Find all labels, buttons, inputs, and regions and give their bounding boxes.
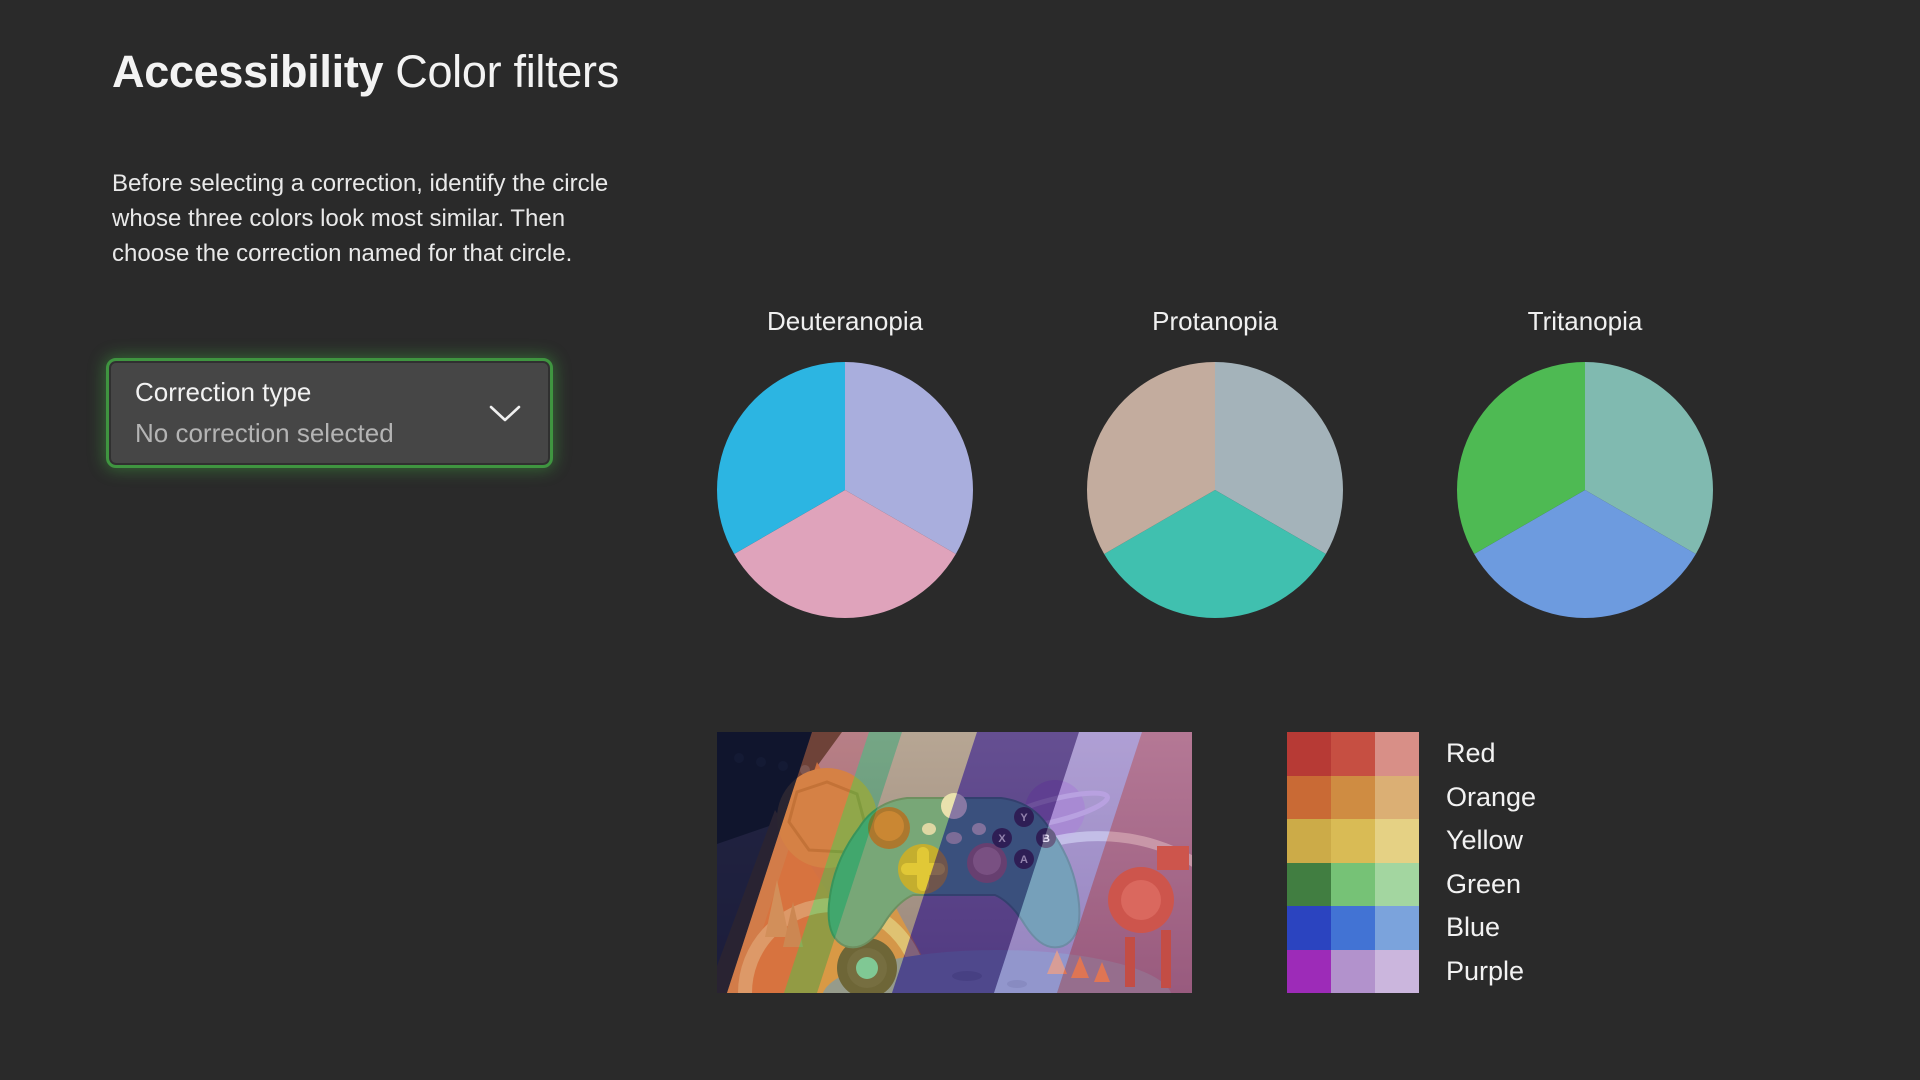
circle-label-tritanopia: Tritanopia [1435,306,1735,337]
palette-swatch [1375,863,1419,907]
palette-row-red: Red [1287,732,1536,776]
palette-swatch [1287,819,1331,863]
palette-swatch [1287,732,1331,776]
palette-swatch [1287,863,1331,907]
palette-label: Purple [1446,958,1524,985]
page-title: AccessibilityColor filters [112,44,619,100]
palette-swatch [1331,906,1375,950]
page-title-section: Accessibility [112,46,383,97]
palette-swatch [1375,776,1419,820]
palette-swatch [1331,819,1375,863]
palette-label: Yellow [1446,827,1523,854]
color-filter-bands [717,732,1192,993]
palette-swatch [1287,776,1331,820]
correction-type-dropdown[interactable]: Correction type No correction selected [106,358,553,468]
palette-label: Blue [1446,914,1500,941]
palette-row-purple: Purple [1287,950,1536,994]
chevron-down-icon [488,404,522,424]
instructions-text: Before selecting a correction, identify … [112,166,624,271]
palette-row-yellow: Yellow [1287,819,1536,863]
palette-row-green: Green [1287,863,1536,907]
palette-swatch [1375,732,1419,776]
palette-swatch [1375,950,1419,994]
accessibility-color-filters-screen: AccessibilityColor filters Before select… [0,0,1920,1080]
palette-row-blue: Blue [1287,906,1536,950]
palette-label: Orange [1446,784,1536,811]
controller-scene-illustration: Y X B A [717,732,1192,993]
circle-label-protanopia: Protanopia [1065,306,1365,337]
palette-row-orange: Orange [1287,776,1536,820]
dropdown-selected-value: No correction selected [135,418,394,449]
palette-swatch [1287,906,1331,950]
palette-label: Green [1446,871,1521,898]
preview-image: Y X B A [717,732,1192,993]
tritanopia-test-circle [1457,362,1713,618]
palette-swatch [1331,732,1375,776]
dropdown-label: Correction type [135,377,311,408]
deuteranopia-test-circle [717,362,973,618]
palette-swatch [1375,819,1419,863]
palette-swatch [1331,950,1375,994]
page-title-subsection: Color filters [395,46,619,97]
protanopia-test-circle [1087,362,1343,618]
palette-swatch [1375,906,1419,950]
circle-label-deuteranopia: Deuteranopia [695,306,995,337]
palette-swatch [1331,863,1375,907]
palette-swatch [1287,950,1331,994]
color-palette-legend: Red Orange Yellow Green Blue Purple [1287,732,1536,993]
palette-swatch [1331,776,1375,820]
palette-label: Red [1446,740,1496,767]
